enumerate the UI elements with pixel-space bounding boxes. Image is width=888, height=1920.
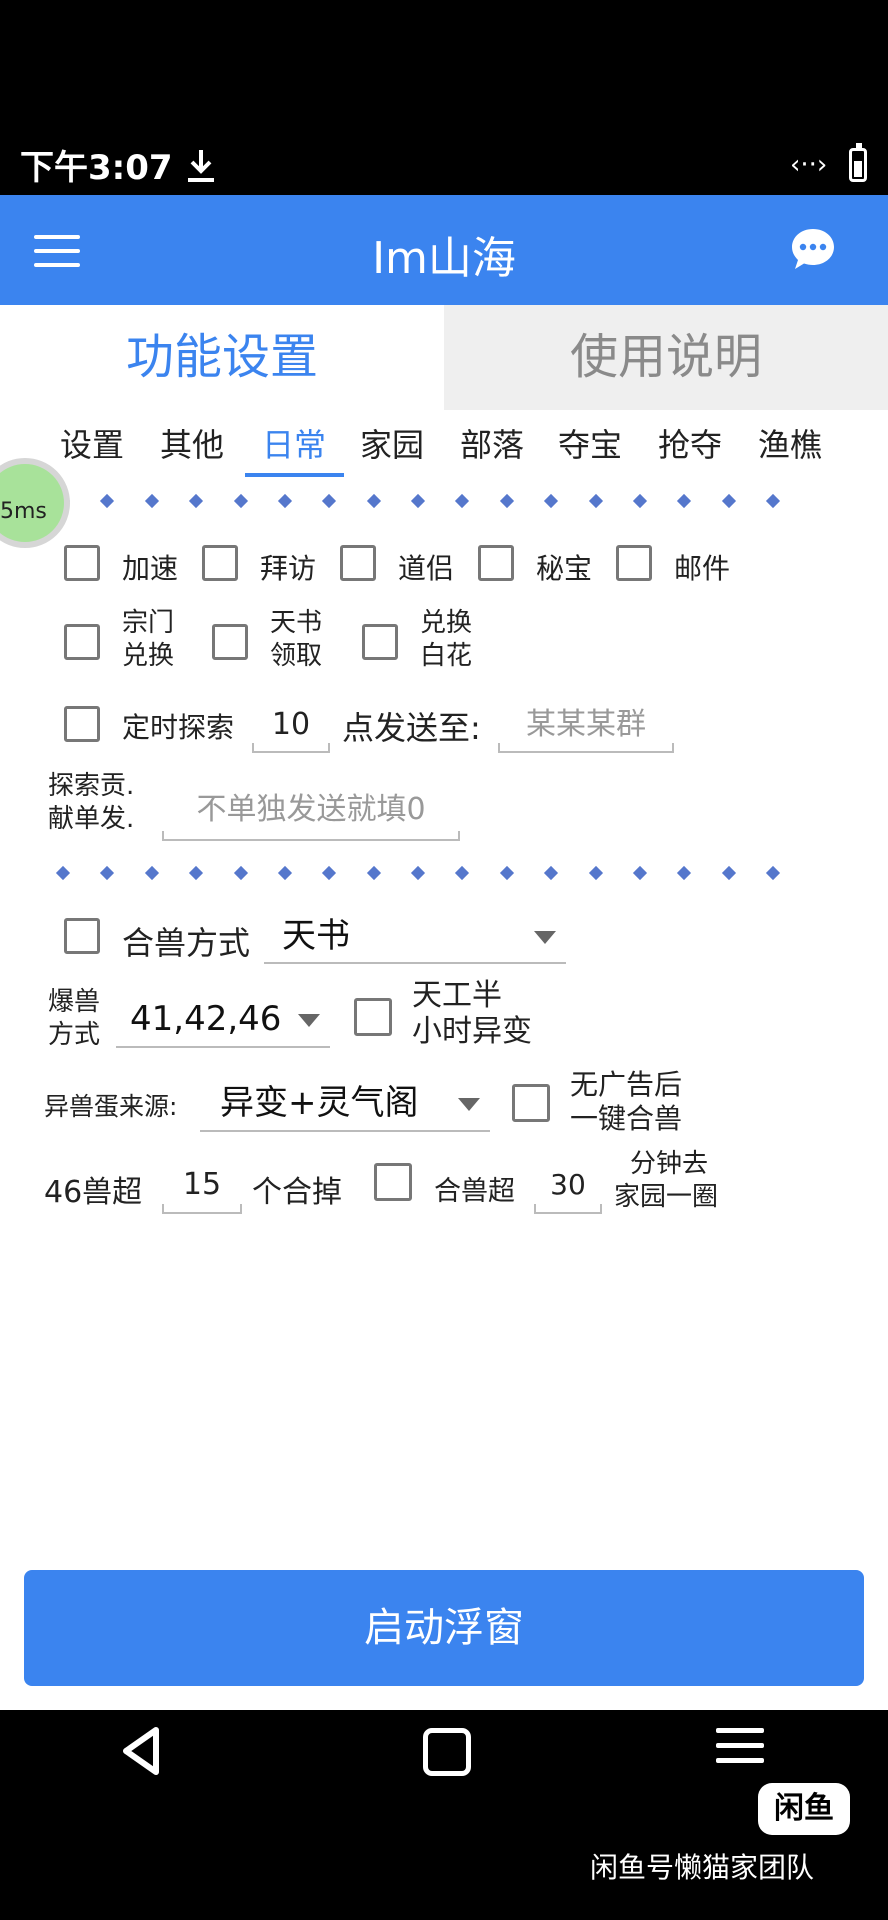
tab-function-settings[interactable]: 功能设置 xyxy=(0,305,444,410)
checkbox-secret-treasure[interactable] xyxy=(478,545,514,581)
egg-source-label: 异兽蛋来源: xyxy=(44,1092,178,1121)
app-title: Im山海 xyxy=(372,233,516,284)
burst-mode-label: 爆兽 方式 xyxy=(48,987,101,1050)
subtab-home[interactable]: 家园 xyxy=(360,420,424,466)
egg-source-dropdown[interactable]: 异变+灵气阁 xyxy=(200,1076,490,1132)
battery-icon xyxy=(849,143,867,182)
checkbox-companion[interactable] xyxy=(340,545,376,581)
checkbox-visit[interactable] xyxy=(202,545,238,581)
subtab-treasure[interactable]: 夺宝 xyxy=(558,420,622,466)
checkbox-label: 邮件 xyxy=(674,552,731,585)
merge-mode-dropdown[interactable]: 天书 xyxy=(264,910,566,964)
target-group-input[interactable]: 某某某群 xyxy=(498,703,674,753)
checkbox-white-flower-exchange[interactable] xyxy=(362,624,398,660)
beast-count-input[interactable]: 15 xyxy=(162,1162,242,1214)
checkbox-sect-exchange[interactable] xyxy=(64,624,100,660)
subtab-settings[interactable]: 设置 xyxy=(60,420,124,466)
dotted-divider xyxy=(55,865,781,882)
send-to-label: 点发送至: xyxy=(342,709,481,747)
latency-text: 5ms xyxy=(0,499,47,524)
chevron-down-icon xyxy=(458,1098,480,1111)
checkbox-label: 加速 xyxy=(122,552,179,585)
back-icon[interactable] xyxy=(118,1725,168,1777)
dotted-divider xyxy=(55,493,781,510)
no-ad-merge-label: 无广告后 一键合兽 xyxy=(570,1068,683,1135)
contribution-label: 探索贡. 献单发. xyxy=(48,771,135,834)
chat-bubble-icon[interactable] xyxy=(790,226,836,272)
start-floating-window-button[interactable]: 启动浮窗 xyxy=(24,1570,864,1686)
checkbox-label: 天书 领取 xyxy=(270,608,323,671)
download-icon xyxy=(188,150,214,182)
checkbox-speedup[interactable] xyxy=(64,545,100,581)
checkbox-merge-timeout[interactable] xyxy=(374,1163,412,1201)
burst-mode-dropdown[interactable]: 41,42,46 xyxy=(116,992,330,1048)
watermark-text: 闲鱼号懒猫家团队 xyxy=(590,1851,815,1884)
link-icon: ‹··› xyxy=(790,150,828,180)
checkbox-label: 秘宝 xyxy=(536,552,593,585)
merge-mode-value: 天书 xyxy=(282,916,350,956)
merge-timeout-label: 合兽超 xyxy=(434,1176,515,1207)
checkbox-no-ad-merge[interactable] xyxy=(512,1084,550,1122)
merge-timeout-tail: 分钟去 家园一圈 xyxy=(614,1149,719,1212)
chevron-down-icon xyxy=(298,1014,320,1027)
timed-explore-label: 定时探索 xyxy=(122,711,235,744)
contribution-send-input[interactable]: 不单独发送就填0 xyxy=(162,785,460,841)
checkbox-heavenbook-claim[interactable] xyxy=(212,624,248,660)
subtab-rob[interactable]: 抢夺 xyxy=(658,420,722,466)
home-icon[interactable] xyxy=(423,1728,471,1776)
checkbox-label: 道侣 xyxy=(398,552,455,585)
checkbox-timed-explore[interactable] xyxy=(64,706,100,742)
subtab-other[interactable]: 其他 xyxy=(160,420,224,466)
tab-usage-instructions[interactable]: 使用说明 xyxy=(444,305,888,410)
subtab-daily[interactable]: 日常 xyxy=(262,420,326,466)
egg-source-value: 异变+灵气阁 xyxy=(220,1083,419,1123)
checkbox-label: 兑换 白花 xyxy=(420,608,473,671)
burst-mode-value: 41,42,46 xyxy=(130,999,282,1039)
status-time: 下午3:07 xyxy=(20,148,173,188)
checkbox-label: 拜访 xyxy=(260,552,317,585)
half-hour-mutation-label: 天工半 小时异变 xyxy=(412,978,532,1049)
checkbox-label: 宗门 兑换 xyxy=(122,608,175,671)
beast-limit-prefix: 46兽超 xyxy=(44,1175,143,1210)
beast-limit-suffix: 个合掉 xyxy=(252,1175,342,1210)
chevron-down-icon xyxy=(534,931,556,944)
subtab-tribe[interactable]: 部落 xyxy=(460,420,524,466)
recents-menu-icon[interactable] xyxy=(716,1728,764,1768)
checkbox-merge-beast[interactable] xyxy=(64,918,100,954)
explore-hour-input[interactable]: 10 xyxy=(252,703,330,753)
checkbox-mail[interactable] xyxy=(616,545,652,581)
merge-minutes-input[interactable]: 30 xyxy=(534,1162,602,1214)
checkbox-half-hour-mutation[interactable] xyxy=(354,998,392,1036)
watermark-logo: 闲鱼 xyxy=(758,1783,850,1835)
subtab-fishing[interactable]: 渔樵 xyxy=(758,420,822,466)
selected-tab-indicator xyxy=(245,473,344,477)
merge-mode-label: 合兽方式 xyxy=(122,924,251,962)
